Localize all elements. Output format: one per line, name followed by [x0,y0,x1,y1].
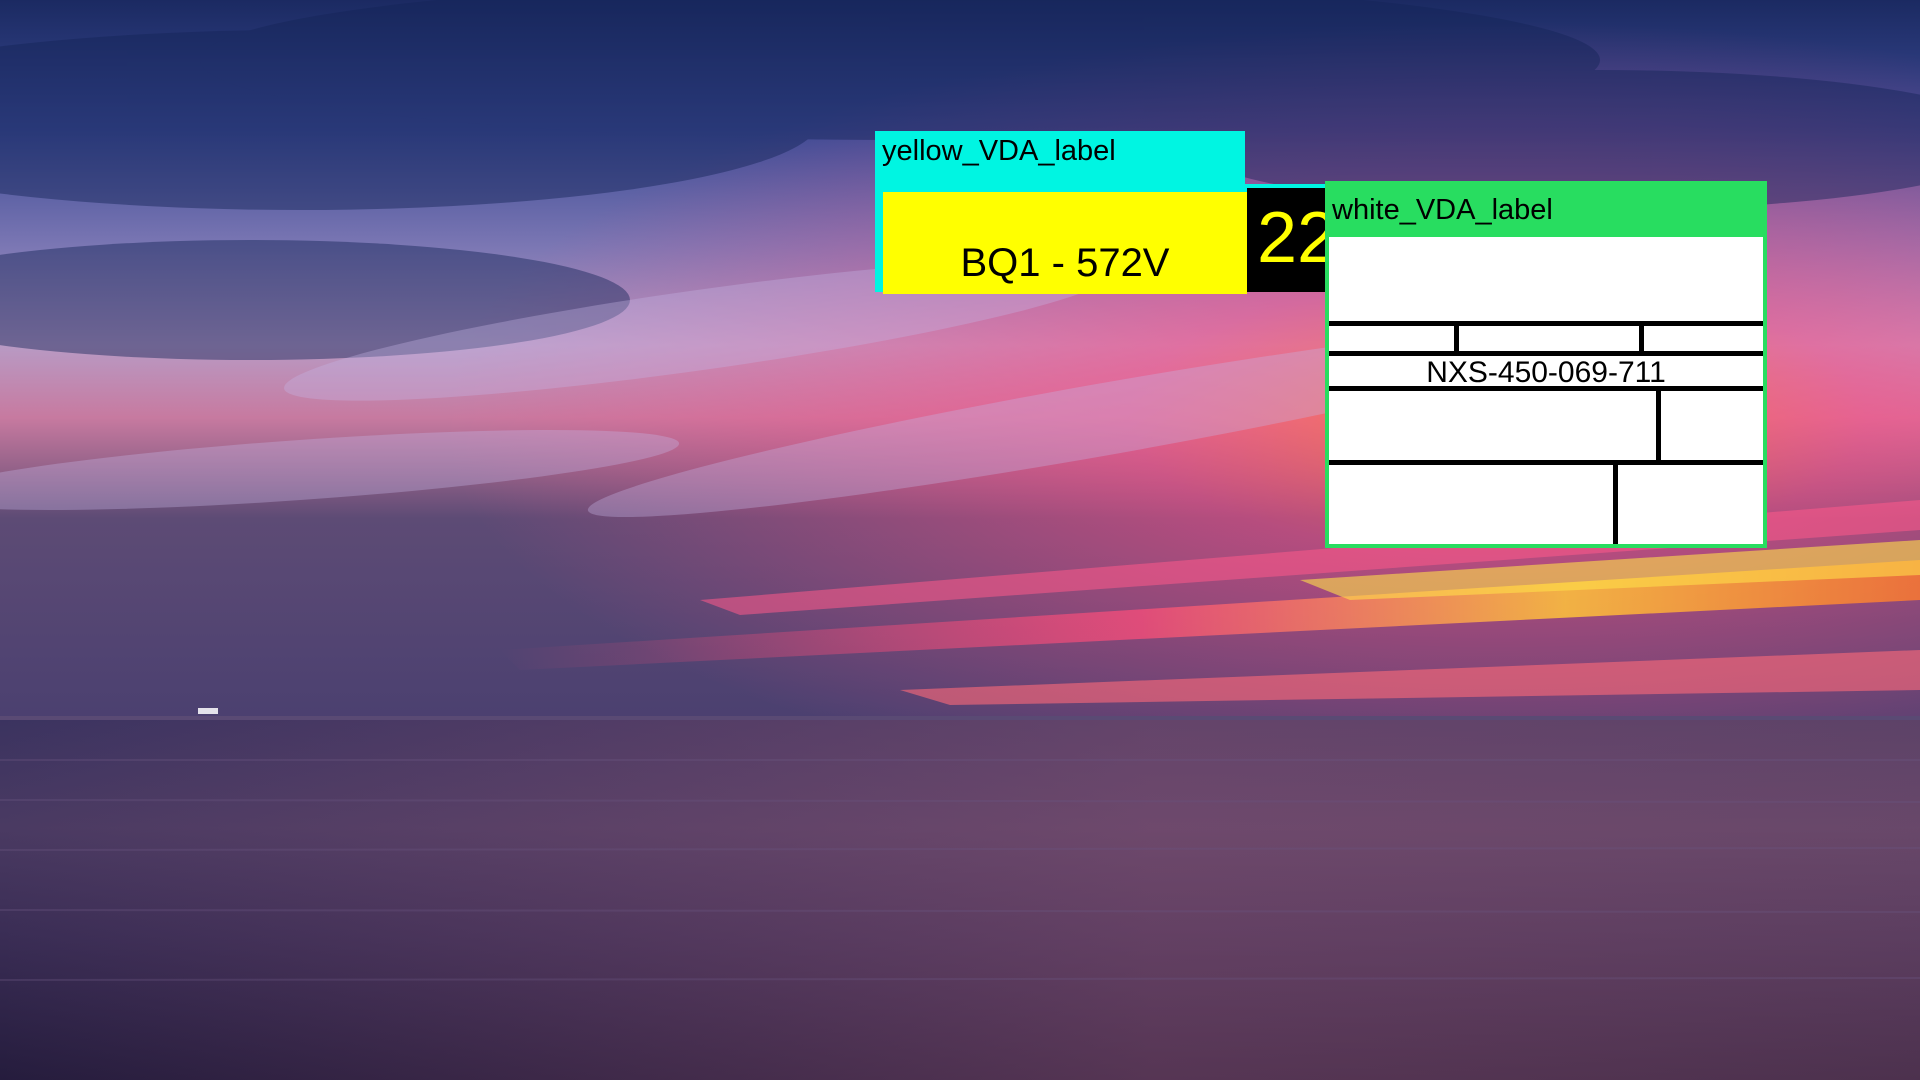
yellow-vda-label-tag: yellow_VDA_label [875,131,1245,185]
white-vda-label: NXS-450-069-711 [1325,233,1767,548]
label-grid-line [1639,323,1644,351]
yellow-label-number: 22 [1247,188,1329,292]
label-grid-line [1656,388,1661,460]
label-grid-line [1329,321,1763,326]
yellow-label-text: BQ1 - 572V [883,192,1247,294]
label-grid-line [1329,386,1763,391]
white-label-code: NXS-450-069-711 [1426,356,1666,389]
label-grid-line [1613,462,1618,544]
white-vda-label-tag: white_VDA_label [1325,181,1767,235]
boat [198,708,218,714]
label-grid-line [1454,323,1459,351]
yellow-vda-label: BQ1 - 572V 22 [875,184,1329,294]
label-grid-line [1329,460,1763,465]
